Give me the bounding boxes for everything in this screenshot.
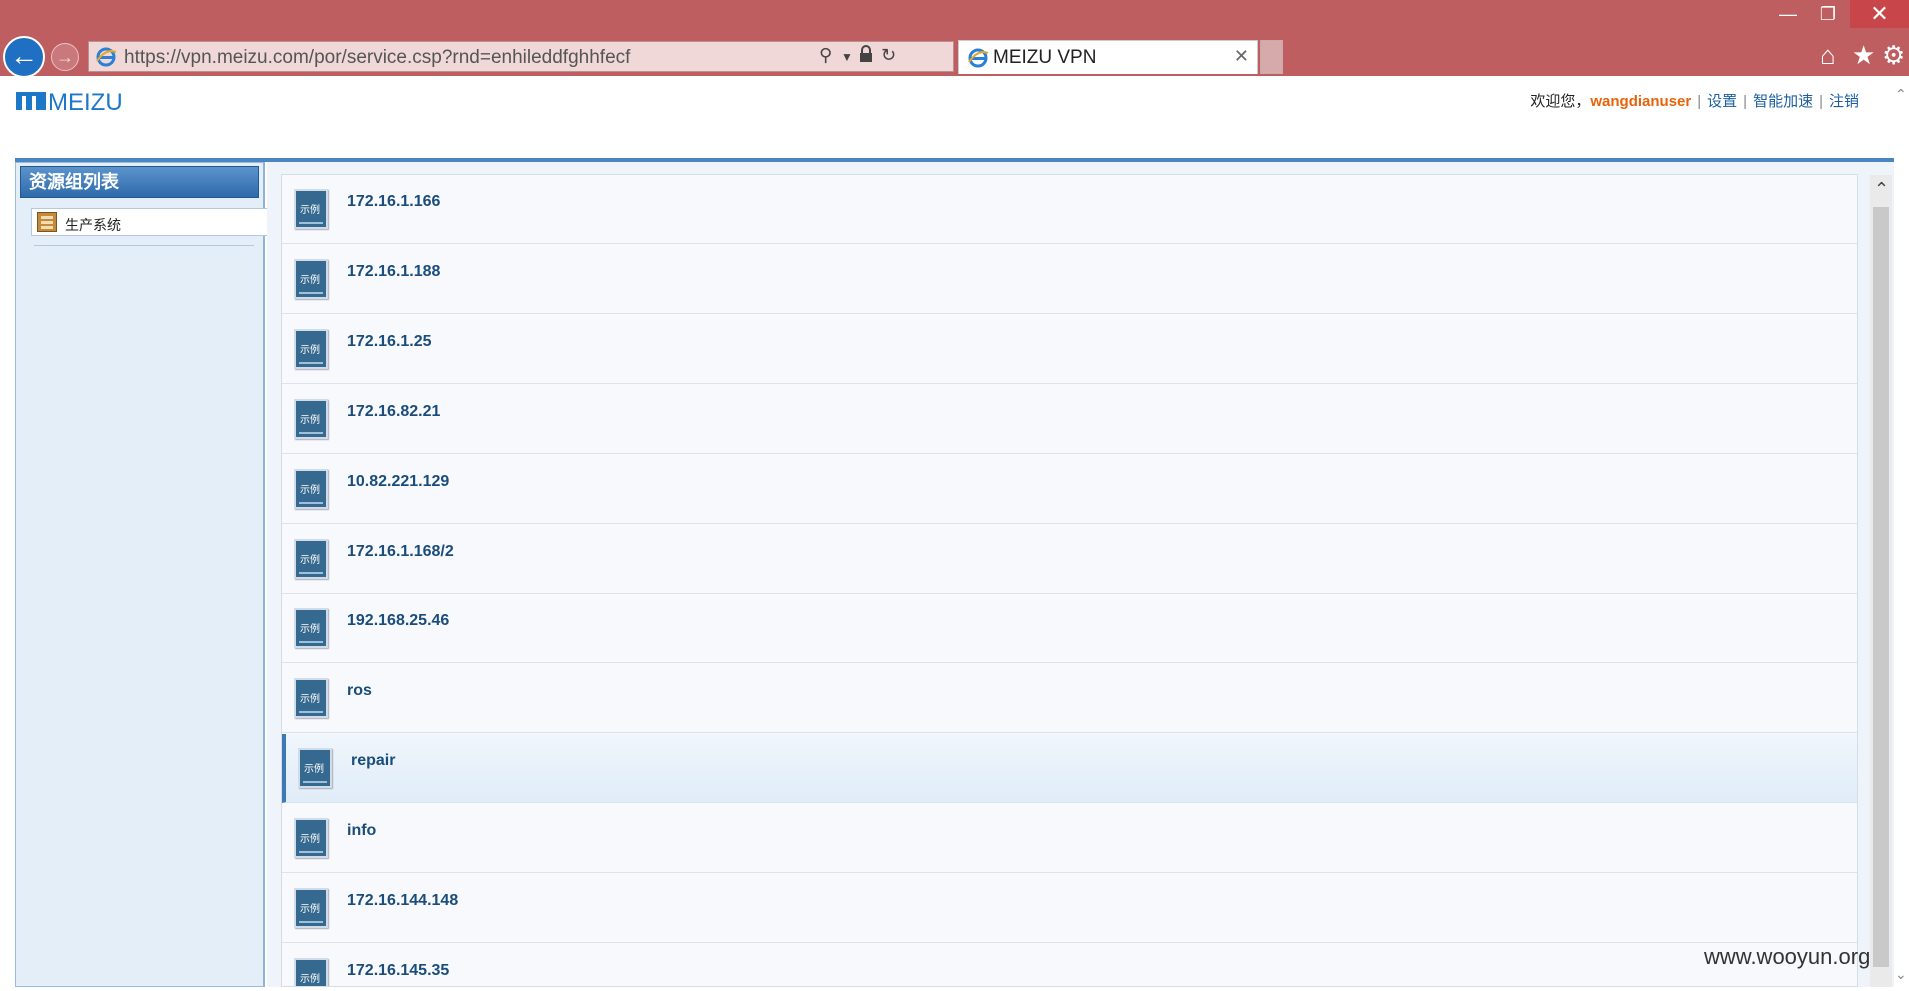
back-arrow-icon[interactable]: ←	[3, 36, 45, 78]
dropdown-chevron-icon[interactable]: ▼	[841, 50, 853, 64]
resource-app-icon[interactable]: 示例	[294, 608, 328, 649]
ie-logo-icon	[96, 47, 117, 67]
scroll-down-icon[interactable]: ⌄	[1895, 966, 1907, 983]
ie-logo-icon	[968, 48, 989, 68]
resource-name-link[interactable]: 172.16.1.188	[347, 263, 440, 281]
resource-name-link[interactable]: 172.16.82.21	[347, 403, 440, 421]
home-icon[interactable]: ⌂	[1820, 40, 1836, 71]
refresh-icon[interactable]: ↻	[881, 45, 896, 66]
resource-icon-label: 示例	[300, 694, 320, 706]
resource-row[interactable]: 示例 10.82.221.129	[282, 455, 1857, 524]
resource-row[interactable]: 示例 172.16.1.166	[282, 175, 1857, 244]
resource-app-icon[interactable]: 示例	[294, 398, 328, 439]
scroll-up-icon[interactable]: ⌃	[1874, 179, 1889, 200]
resource-app-icon[interactable]: 示例	[298, 748, 332, 789]
resource-icon-label: 示例	[300, 414, 320, 426]
address-bar[interactable]: https://vpn.meizu.com/por/service.csp?rn…	[88, 41, 954, 72]
tab-meizu-vpn[interactable]: MEIZU VPN ✕	[958, 40, 1258, 74]
address-url[interactable]: https://vpn.meizu.com/por/service.csp?rn…	[124, 47, 630, 69]
resource-app-icon[interactable]: 示例	[294, 468, 328, 509]
resource-list-scrollbar[interactable]: ⌃	[1870, 175, 1892, 987]
new-tab-button[interactable]	[1260, 40, 1283, 74]
resource-app-icon[interactable]: 示例	[294, 888, 328, 928]
resource-name-link[interactable]: 10.82.221.129	[347, 473, 449, 491]
logo-text: MEIZU	[48, 89, 123, 114]
resource-icon-label: 示例	[300, 554, 320, 566]
sidebar-item-label: 生产系统	[65, 217, 121, 233]
resource-app-icon[interactable]: 示例	[294, 818, 328, 859]
username: wangdianuser	[1590, 93, 1692, 110]
resource-row[interactable]: 示例 172.16.144.148	[282, 874, 1857, 943]
resource-name-link[interactable]: 192.168.25.46	[347, 612, 449, 630]
main-panel: 示例 172.16.1.166 示例 172.16.1.188 示例 172.16.1.2…	[267, 162, 1894, 987]
resource-row[interactable]: 示例 repair	[282, 734, 1857, 804]
minimize-button[interactable]: —	[1770, 0, 1806, 28]
resource-row[interactable]: 示例 172.16.82.21	[282, 385, 1857, 454]
resource-name-link[interactable]: info	[347, 822, 376, 840]
resource-name-link[interactable]: 172.16.1.166	[347, 193, 440, 211]
close-window-button[interactable]: ✕	[1850, 0, 1909, 28]
resource-app-icon[interactable]: 示例	[294, 189, 328, 229]
accelerate-link[interactable]: 智能加速	[1753, 93, 1813, 110]
divider	[34, 245, 254, 246]
settings-gear-icon[interactable]: ⚙	[1882, 40, 1905, 71]
resource-icon-label: 示例	[300, 624, 320, 636]
search-icon[interactable]: ⚲	[819, 45, 832, 66]
resource-row[interactable]: 示例 192.168.25.46	[282, 594, 1857, 664]
settings-link[interactable]: 设置	[1707, 93, 1737, 110]
resource-icon-label: 示例	[304, 764, 324, 776]
server-icon	[37, 212, 57, 232]
resource-row[interactable]: 示例 172.16.1.188	[282, 245, 1857, 314]
resource-icon-label: 示例	[300, 274, 320, 286]
resource-name-link[interactable]: 172.16.1.168/2	[347, 543, 454, 561]
resource-name-link[interactable]: 172.16.144.148	[347, 892, 458, 910]
watermark: www.wooyun.org	[1704, 944, 1871, 969]
resource-row[interactable]: 示例 ros	[282, 664, 1857, 734]
meizu-logo: MEIZU	[16, 88, 142, 119]
welcome-text: 欢迎您，	[1530, 93, 1591, 110]
resource-name-link[interactable]: repair	[351, 752, 395, 770]
restore-button[interactable]: ❐	[1808, 0, 1848, 28]
resource-icon-label: 示例	[300, 834, 320, 846]
browser-chrome: — ❐ ✕ ← → https://vpn.meizu.com/por/serv…	[0, 0, 1909, 78]
resource-group-sidebar: 资源组列表 生产系统	[15, 162, 271, 987]
logout-link[interactable]: 注销	[1829, 93, 1859, 110]
resource-row[interactable]: 示例 info	[282, 804, 1857, 874]
resource-icon-label: 示例	[300, 205, 320, 216]
resource-app-icon[interactable]: 示例	[294, 258, 328, 299]
separator: |	[1819, 93, 1823, 110]
favorites-star-icon[interactable]: ★	[1852, 40, 1875, 71]
resource-name-link[interactable]: 172.16.145.35	[347, 962, 449, 980]
resource-icon-label: 示例	[300, 973, 320, 985]
scroll-up-icon[interactable]: ⌃	[1895, 86, 1907, 103]
resource-app-icon[interactable]: 示例	[294, 678, 328, 719]
user-bar: 欢迎您，wangdianuser | 设置 | 智能加速 | 注销	[1530, 90, 1859, 111]
resource-list: 示例 172.16.1.166 示例 172.16.1.188 示例 172.16.1.2…	[281, 174, 1858, 987]
resource-icon-label: 示例	[300, 344, 320, 356]
resource-icon-label: 示例	[300, 484, 320, 496]
scroll-thumb[interactable]	[1873, 207, 1889, 967]
lock-icon[interactable]	[859, 45, 873, 68]
sidebar-title: 资源组列表	[20, 166, 259, 198]
resource-row[interactable]: 示例 172.16.1.25	[282, 315, 1857, 384]
sidebar-item-production[interactable]: 生产系统	[31, 208, 271, 236]
separator: |	[1697, 93, 1702, 110]
tab-close-icon[interactable]: ✕	[1234, 46, 1249, 67]
resource-app-icon[interactable]: 示例	[294, 538, 328, 579]
resource-app-icon[interactable]: 示例	[294, 957, 328, 986]
tab-title: MEIZU VPN	[993, 47, 1097, 68]
resource-row[interactable]: 示例 172.16.145.35	[282, 944, 1857, 986]
resource-row[interactable]: 示例 172.16.1.168/2	[282, 525, 1857, 594]
resource-icon-label: 示例	[300, 904, 320, 915]
resource-name-link[interactable]: ros	[347, 682, 372, 700]
resource-name-link[interactable]: 172.16.1.25	[347, 333, 432, 351]
page-scrollbar[interactable]: ⌃ ⌄	[1894, 78, 1909, 987]
resource-app-icon[interactable]: 示例	[294, 328, 328, 369]
separator: |	[1743, 93, 1748, 110]
forward-arrow-icon[interactable]: →	[51, 43, 79, 71]
